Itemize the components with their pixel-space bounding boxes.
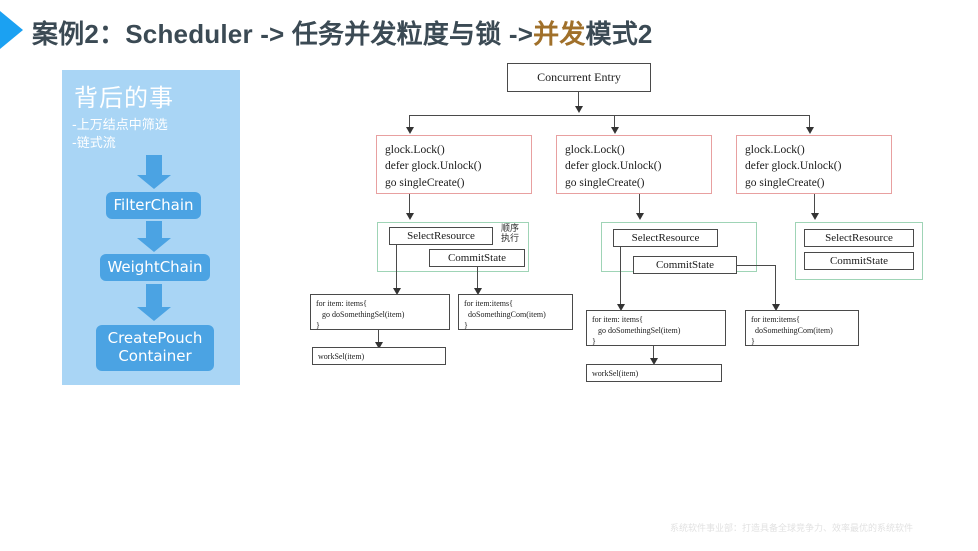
sequential-execution-note-line2: 执行: [500, 234, 519, 245]
node-concurrent-entry-label: Concurrent Entry: [537, 70, 621, 84]
node-lock-block-3: glock.Lock() defer glock.Unlock() go sin…: [736, 135, 892, 194]
node-select-resource-3-label: SelectResource: [825, 232, 893, 244]
node-code-box-2: for item:items{ doSomethingCom(item) }: [458, 294, 573, 330]
connector-lock2-to-group2: [639, 194, 640, 215]
connector-g1-commit-down: [477, 267, 478, 290]
node-select-resource-2: SelectResource: [613, 229, 718, 247]
node-lock-block-1: glock.Lock() defer glock.Unlock() go sin…: [376, 135, 532, 194]
node-select-resource-1: SelectResource: [389, 227, 493, 245]
connector-lock1-to-group1: [409, 194, 410, 215]
node-work-box-2: workSel(item): [586, 364, 722, 382]
node-commit-state-3-label: CommitState: [829, 255, 889, 267]
node-select-resource-2-label: SelectResource: [631, 232, 700, 244]
connector-g2-sel-down: [620, 247, 621, 306]
node-commit-state-1: CommitState: [429, 249, 525, 267]
node-code-box-4: for item:items{ doSomethingCom(item) }: [745, 310, 859, 346]
sequential-execution-note: 顺序 执行: [497, 224, 523, 245]
node-code-box-1: for item: items{ go doSomethingSel(item)…: [310, 294, 450, 330]
node-select-resource-1-label: SelectResource: [407, 230, 475, 242]
node-concurrent-entry: Concurrent Entry: [507, 63, 651, 92]
arrowhead-group-3: [811, 213, 819, 220]
node-commit-state-2-label: CommitState: [655, 259, 715, 271]
slide-canvas: 案例2：Scheduler -> 任务并发粒度与锁 ->并发模式2 背后的事 -…: [0, 0, 978, 551]
node-lock-block-2: glock.Lock() defer glock.Unlock() go sin…: [556, 135, 712, 194]
node-commit-state-1-label: CommitState: [447, 252, 507, 264]
connector-g1-sel-down: [396, 245, 397, 290]
node-select-resource-3: SelectResource: [804, 229, 914, 247]
slide-footer: 系统软件事业部：打造具备全球竞争力、效率最优的系统软件: [670, 524, 914, 534]
node-commit-state-2: CommitState: [633, 256, 737, 274]
arrowhead-entry-bus: [575, 106, 583, 113]
arrowhead-group-1: [406, 213, 414, 220]
sequential-execution-note-line1: 顺序: [500, 224, 519, 234]
arrowhead-lock-3: [806, 127, 814, 134]
connector-g2-commit-down: [775, 265, 776, 306]
node-code-box-3: for item: items{ go doSomethingSel(item)…: [586, 310, 726, 346]
connector-g2-commit-right: [737, 265, 775, 266]
arrowhead-group-2: [636, 213, 644, 220]
node-work-box-1: workSel(item): [312, 347, 446, 365]
connector-bus: [409, 115, 809, 116]
arrowhead-lock-2: [611, 127, 619, 134]
arrowhead-lock-1: [406, 127, 414, 134]
concurrency-flowchart: Concurrent Entry glock.Lock() defer gloc…: [0, 0, 978, 551]
connector-lock3-to-group3: [814, 194, 815, 215]
node-commit-state-3: CommitState: [804, 252, 914, 270]
